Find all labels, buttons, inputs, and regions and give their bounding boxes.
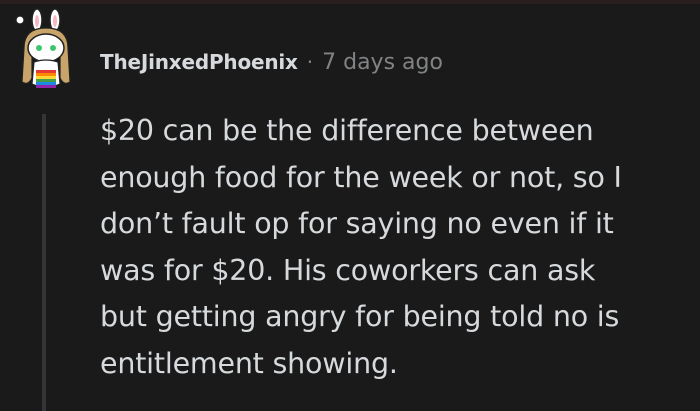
- snoo-avatar-icon[interactable]: [14, 8, 74, 96]
- comment-card: TheJinxedPhoenix · 7 days ago $20 can be…: [0, 0, 700, 411]
- comment-body: $20 can be the difference between enough…: [100, 108, 690, 387]
- timestamp-link[interactable]: 7 days ago: [322, 50, 443, 75]
- top-divider: [0, 0, 700, 4]
- comment-body-line: $20 can be the difference between: [100, 114, 594, 147]
- comment-body-line: was for $20. His coworkers can ask: [100, 253, 596, 287]
- comment-body-line: entitlement showing.: [100, 346, 398, 380]
- comment-body-line: enough food for the week or not, so I: [100, 160, 622, 194]
- thread-collapse-line[interactable]: [42, 114, 46, 411]
- comment-meta: TheJinxedPhoenix · 7 days ago: [100, 44, 443, 80]
- comment-body-line: don’t fault op for saying no even if it: [100, 207, 614, 240]
- comment-body-line: but getting angry for being told no is: [100, 300, 620, 333]
- username-link[interactable]: TheJinxedPhoenix: [100, 50, 298, 74]
- meta-separator: ·: [306, 50, 314, 74]
